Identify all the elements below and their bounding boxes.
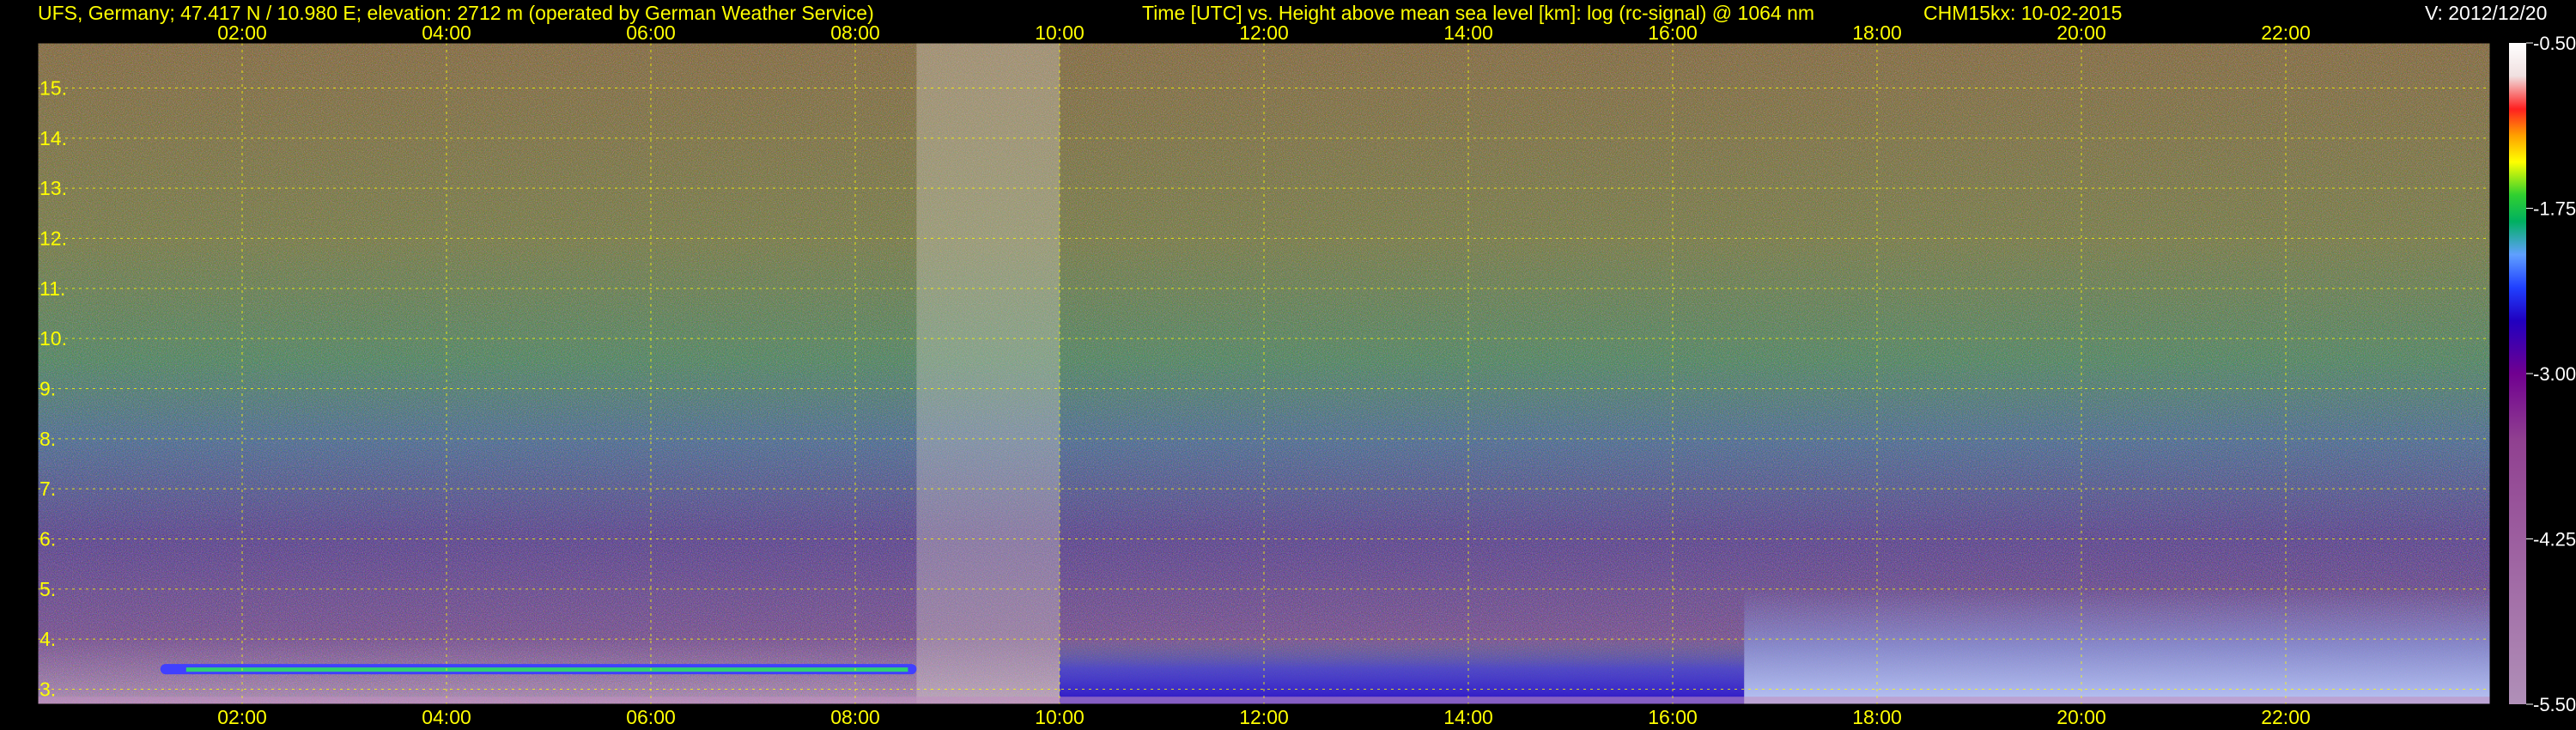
- x-tick-label-top: 22:00: [2261, 21, 2311, 44]
- colorbar-tick-label: -3.00: [2533, 363, 2576, 385]
- x-tick-label-top: 04:00: [422, 21, 471, 44]
- x-tick-label-bottom: 08:00: [830, 706, 880, 728]
- feature-diffuse-layer: [1744, 588, 2490, 704]
- feature-cloud-layer-core: [185, 667, 908, 672]
- x-tick-label-top: 16:00: [1648, 21, 1698, 44]
- x-tick-label-bottom: 02:00: [217, 706, 267, 728]
- x-tick-label-top: 12:00: [1239, 21, 1289, 44]
- y-tick-label: 12.: [39, 228, 67, 250]
- x-tick-label-bottom: 04:00: [422, 706, 471, 728]
- y-tick-label: 9.: [39, 378, 56, 400]
- x-tick-label-top: 10:00: [1035, 21, 1084, 44]
- y-tick-label: 5.: [39, 578, 56, 600]
- colorbar-tick-label: -0.50: [2533, 33, 2576, 54]
- x-tick-label-bottom: 12:00: [1239, 706, 1289, 728]
- y-tick-label: 6.: [39, 528, 56, 551]
- x-tick-label-bottom: 16:00: [1648, 706, 1698, 728]
- y-tick-label: 7.: [39, 478, 56, 500]
- y-tick-label: 10.: [39, 327, 67, 350]
- x-tick-label-top: 20:00: [2057, 21, 2106, 44]
- y-tick-label: 13.: [39, 177, 67, 199]
- y-tick-label: 4.: [39, 628, 56, 650]
- colorbar-tick-label: -4.25: [2533, 529, 2576, 551]
- x-tick-label-top: 02:00: [217, 21, 267, 44]
- y-tick-label: 11.: [39, 277, 65, 300]
- x-tick-label-bottom: 18:00: [1852, 706, 1902, 728]
- x-tick-label-top: 08:00: [830, 21, 880, 44]
- y-tick-label: 15.: [39, 77, 67, 100]
- feature-noisy-signal: [916, 43, 1060, 704]
- colorbar-tick-label: -5.50: [2533, 694, 2576, 715]
- y-tick-label: 8.: [39, 428, 56, 450]
- x-tick-label-bottom: 20:00: [2057, 706, 2106, 728]
- x-tick-label-bottom: 06:00: [626, 706, 676, 728]
- colorbar-tick-label: -1.75: [2533, 198, 2576, 220]
- y-tick-label: 14.: [39, 127, 67, 149]
- ceilometer-chart: 02:00 04:00 06:00 08:00 10:00 12:00 14:00 16:00…: [37, 21, 2576, 728]
- y-tick-label: 3.: [39, 678, 56, 701]
- x-tick-label-bottom: 14:00: [1443, 706, 1493, 728]
- x-tick-label-top: 14:00: [1443, 21, 1493, 44]
- feature-high-backscatter: [1060, 639, 1745, 704]
- colorbar: [2509, 43, 2526, 704]
- x-tick-label-top: 18:00: [1852, 21, 1902, 44]
- x-tick-label-bottom: 10:00: [1035, 706, 1084, 728]
- x-tick-label-top: 06:00: [626, 21, 676, 44]
- x-tick-label-bottom: 22:00: [2261, 706, 2311, 728]
